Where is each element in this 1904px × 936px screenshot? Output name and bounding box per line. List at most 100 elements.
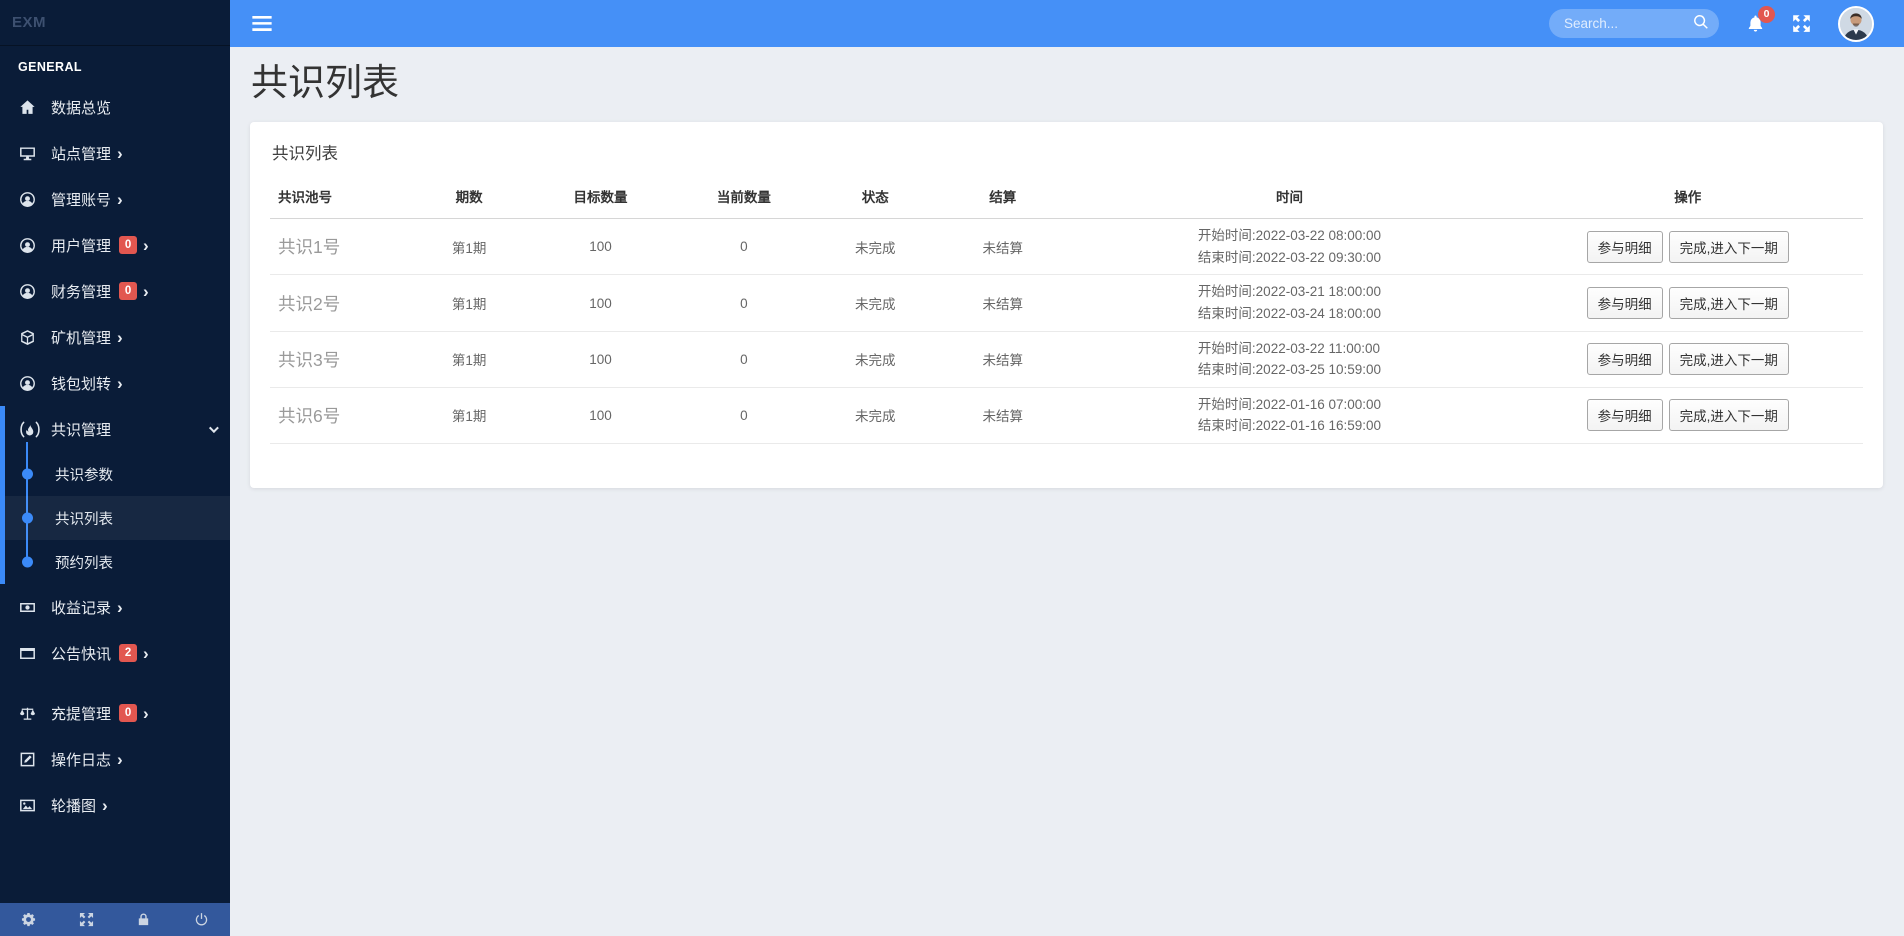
actions-cell: 参与明细完成,进入下一期 (1513, 219, 1864, 275)
sidebar-item-finance-management[interactable]: 财务管理0› (0, 268, 230, 314)
chevron-down-icon (209, 423, 219, 433)
sidebar-item-miner-management[interactable]: 矿机管理› (0, 314, 230, 360)
sidebar-item-label: 站点管理 (51, 143, 111, 164)
fullscreen-button[interactable] (79, 912, 94, 927)
fullscreen-button[interactable] (1792, 14, 1811, 33)
app-logo: EXM (0, 0, 230, 46)
consensus-table: 共识池号期数目标数量当前数量状态结算时间操作 共识1号第1期1000未完成未结算… (270, 177, 1863, 444)
sidebar-item-site-management[interactable]: 站点管理› (0, 130, 230, 176)
notification-badge: 0 (1758, 6, 1775, 23)
time-range: 开始时间:2022-03-22 08:00:00结束时间:2022-03-22 … (1198, 225, 1381, 268)
sidebar-subitem-consensus-list[interactable]: 共识列表 (5, 496, 230, 540)
page-title: 共识列表 (251, 60, 1883, 106)
status-cell: 未完成 (812, 219, 939, 275)
table-row: 共识3号第1期1000未完成未结算开始时间:2022-03-22 11:00:0… (270, 331, 1863, 387)
sidebar-subitem-reservation-list[interactable]: 预约列表 (5, 540, 230, 584)
sidebar-item-income-records[interactable]: 收益记录› (0, 584, 230, 630)
fire-parens-icon (19, 421, 41, 438)
window-icon (19, 645, 41, 662)
pool-name-cell: 共识1号 (270, 219, 413, 275)
sidebar-item-label: 矿机管理 (51, 327, 111, 348)
participation-detail-button[interactable]: 参与明细 (1587, 287, 1663, 319)
consensus-list-card: 共识列表 共识池号期数目标数量当前数量状态结算时间操作 共识1号第1期1000未… (250, 122, 1883, 488)
sidebar: EXM GENERAL 数据总览站点管理›管理账号›用户管理0›财务管理0›矿机… (0, 0, 230, 936)
sidebar-item-label: 财务管理 (51, 281, 111, 302)
notifications-button[interactable]: 0 (1746, 14, 1765, 33)
target-quantity-cell: 100 (525, 219, 676, 275)
sidebar-section-label: GENERAL (18, 60, 212, 74)
complete-next-period-button[interactable]: 完成,进入下一期 (1669, 343, 1789, 375)
sidebar-subitem-consensus-params[interactable]: 共识参数 (5, 452, 230, 496)
home-icon (19, 99, 41, 116)
sidebar-group-consensus-management: 共识管理共识参数共识列表预约列表 (0, 406, 230, 584)
period-cell: 第1期 (413, 387, 525, 443)
table-row: 共识2号第1期1000未完成未结算开始时间:2022-03-21 18:00:0… (270, 275, 1863, 331)
time-range: 开始时间:2022-01-16 07:00:00结束时间:2022-01-16 … (1198, 394, 1381, 437)
sidebar-subitem-label: 共识参数 (55, 464, 113, 485)
sidebar-subitem-label: 共识列表 (55, 508, 113, 529)
table-row: 共识1号第1期1000未完成未结算开始时间:2022-03-22 08:00:0… (270, 219, 1863, 275)
status-cell: 未完成 (812, 387, 939, 443)
search-button[interactable] (1693, 14, 1709, 30)
sidebar-item-label: 操作日志 (51, 749, 111, 770)
period-cell: 第1期 (413, 275, 525, 331)
timeline-dot (22, 557, 33, 568)
sidebar-badge: 2 (119, 644, 137, 662)
time-range: 开始时间:2022-03-21 18:00:00结束时间:2022-03-24 … (1198, 281, 1381, 324)
complete-next-period-button[interactable]: 完成,进入下一期 (1669, 399, 1789, 431)
pen-square-icon (19, 751, 41, 768)
power-button[interactable] (194, 912, 209, 927)
time-cell: 开始时间:2022-03-21 18:00:00结束时间:2022-03-24 … (1066, 275, 1512, 331)
participation-detail-button[interactable]: 参与明细 (1587, 231, 1663, 263)
current-quantity-cell: 0 (676, 387, 811, 443)
power-icon (194, 912, 209, 927)
chevron-right-icon: › (117, 191, 123, 208)
sidebar-item-wallet-transfer[interactable]: 钱包划转› (0, 360, 230, 406)
sidebar-item-carousel[interactable]: 轮播图› (0, 782, 230, 828)
target-quantity-cell: 100 (525, 275, 676, 331)
time-cell: 开始时间:2022-01-16 07:00:00结束时间:2022-01-16 … (1066, 387, 1512, 443)
pool-name-cell: 共识2号 (270, 275, 413, 331)
chevron-right-icon: › (117, 375, 123, 392)
money-bill-icon (19, 599, 41, 616)
user-circle-icon (19, 283, 41, 300)
participation-detail-button[interactable]: 参与明细 (1587, 343, 1663, 375)
sidebar-item-user-management[interactable]: 用户管理0› (0, 222, 230, 268)
column-header: 目标数量 (525, 177, 676, 219)
sidebar-item-admin-accounts[interactable]: 管理账号 › (0, 176, 230, 222)
target-quantity-cell: 100 (525, 331, 676, 387)
chevron-right-icon: › (143, 237, 149, 254)
sidebar-item-consensus-management[interactable]: 共识管理 (5, 406, 230, 452)
end-time: 结束时间:2022-03-25 10:59:00 (1198, 359, 1381, 381)
column-header: 结算 (939, 177, 1066, 219)
sidebar-item-label: 共识管理 (51, 419, 111, 440)
sidebar-item-label: 管理账号 (51, 189, 111, 210)
time-range: 开始时间:2022-03-22 11:00:00结束时间:2022-03-25 … (1198, 338, 1381, 381)
end-time: 结束时间:2022-03-22 09:30:00 (1198, 247, 1381, 269)
column-header: 当前数量 (676, 177, 811, 219)
sidebar-item-deposit-withdraw[interactable]: 充提管理0› (0, 690, 230, 736)
sidebar-item-operation-logs[interactable]: 操作日志 › (0, 736, 230, 782)
chevron-right-icon: › (117, 751, 123, 768)
chevron-right-icon: › (102, 797, 108, 814)
lock-button[interactable] (136, 912, 151, 927)
sidebar-badge: 0 (119, 282, 137, 300)
complete-next-period-button[interactable]: 完成,进入下一期 (1669, 231, 1789, 263)
chevron-right-icon: › (117, 599, 123, 616)
complete-next-period-button[interactable]: 完成,进入下一期 (1669, 287, 1789, 319)
target-quantity-cell: 100 (525, 387, 676, 443)
participation-detail-button[interactable]: 参与明细 (1587, 399, 1663, 431)
user-avatar[interactable] (1838, 6, 1874, 42)
cube-icon (19, 329, 41, 346)
sidebar-item-data-overview[interactable]: 数据总览 (0, 84, 230, 130)
sidebar-item-announcements[interactable]: 公告快讯2› (0, 630, 230, 676)
balance-scale-icon (19, 705, 41, 722)
sidebar-badge: 0 (119, 236, 137, 254)
lock-icon (136, 912, 151, 927)
menu-toggle-button[interactable] (246, 10, 278, 37)
user-circle-icon (19, 237, 41, 254)
settings-button[interactable] (21, 912, 36, 927)
start-time: 开始时间:2022-03-21 18:00:00 (1198, 281, 1381, 303)
end-time: 结束时间:2022-03-24 18:00:00 (1198, 303, 1381, 325)
expand-icon (1792, 14, 1811, 33)
